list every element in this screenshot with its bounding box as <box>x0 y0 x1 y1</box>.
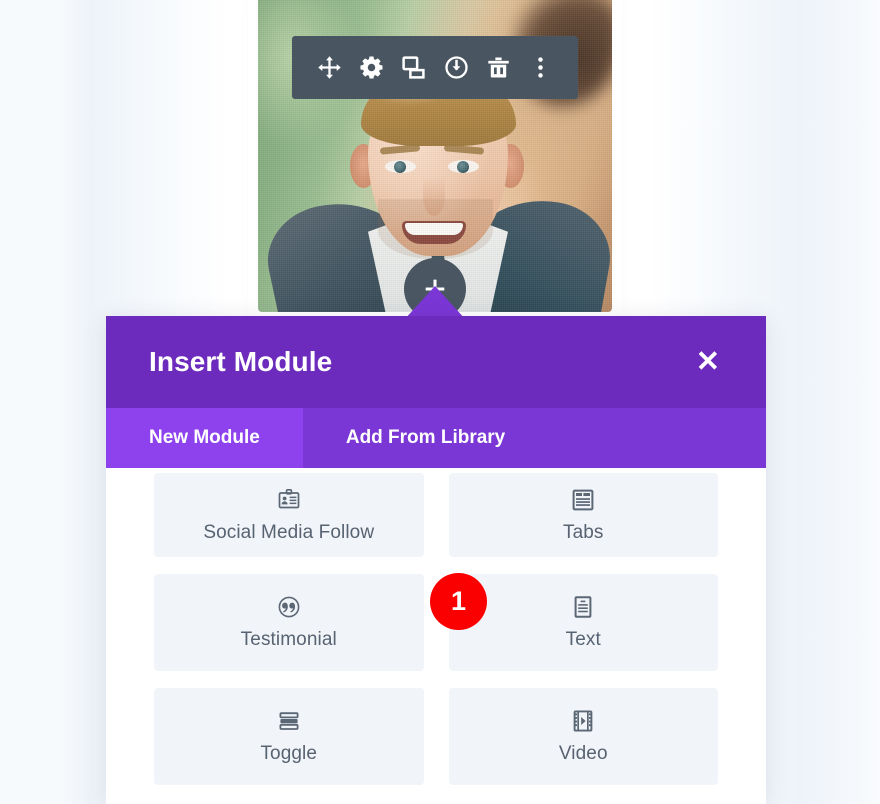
module-card-text[interactable]: Text <box>448 574 718 671</box>
module-card-label: Video <box>558 743 608 764</box>
module-card-label: Tabs <box>562 521 604 543</box>
modal-body: Social Media Follow Tabs Testimonial Tex… <box>106 468 766 804</box>
delete-module-button[interactable] <box>481 51 515 85</box>
trash-icon <box>486 55 511 80</box>
toggle-stack-icon <box>277 708 301 734</box>
film-play-icon <box>571 708 595 734</box>
tab-new-module[interactable]: New Module <box>106 408 303 468</box>
modal-tab-bar: New Module Add From Library <box>106 408 766 468</box>
tabs-window-icon <box>571 487 595 513</box>
module-card-social-media-follow[interactable]: Social Media Follow <box>154 473 424 557</box>
save-to-library-button[interactable] <box>439 51 473 85</box>
module-card-label: Toggle <box>260 743 318 764</box>
move-icon <box>317 55 342 80</box>
modal-header: Insert Module ✕ <box>106 316 766 408</box>
duplicate-module-button[interactable] <box>397 51 431 85</box>
id-card-icon <box>277 487 301 513</box>
module-settings-button[interactable] <box>354 51 388 85</box>
tab-add-from-library[interactable]: Add From Library <box>303 408 548 468</box>
module-grid: Social Media Follow Tabs Testimonial Tex… <box>154 473 718 785</box>
document-text-icon <box>571 594 595 620</box>
module-card-label: Social Media Follow <box>203 521 375 543</box>
module-card-label: Testimonial <box>240 629 337 650</box>
duplicate-icon <box>401 55 426 80</box>
module-card-video[interactable]: Video <box>448 688 718 785</box>
more-options-icon <box>528 55 553 80</box>
move-module-button[interactable] <box>312 51 346 85</box>
module-card-toggle[interactable]: Toggle <box>154 688 424 785</box>
save-to-library-icon <box>444 55 469 80</box>
module-card-label: Text <box>565 629 601 650</box>
module-settings-toolbar <box>292 36 578 99</box>
insert-module-modal: Insert Module ✕ New Module Add From Libr… <box>106 316 766 804</box>
modal-pointer-arrow <box>404 286 466 320</box>
gear-icon <box>359 55 384 80</box>
modal-title: Insert Module <box>149 346 333 377</box>
more-options-button[interactable] <box>524 51 558 85</box>
screenshot-root: Insert Module ✕ New Module Add From Libr… <box>0 0 880 804</box>
close-icon[interactable]: ✕ <box>690 344 726 381</box>
module-card-testimonial[interactable]: Testimonial <box>154 574 424 671</box>
quote-circle-icon <box>277 594 301 620</box>
module-card-tabs[interactable]: Tabs <box>448 473 718 557</box>
step-badge: 1 <box>430 573 487 630</box>
